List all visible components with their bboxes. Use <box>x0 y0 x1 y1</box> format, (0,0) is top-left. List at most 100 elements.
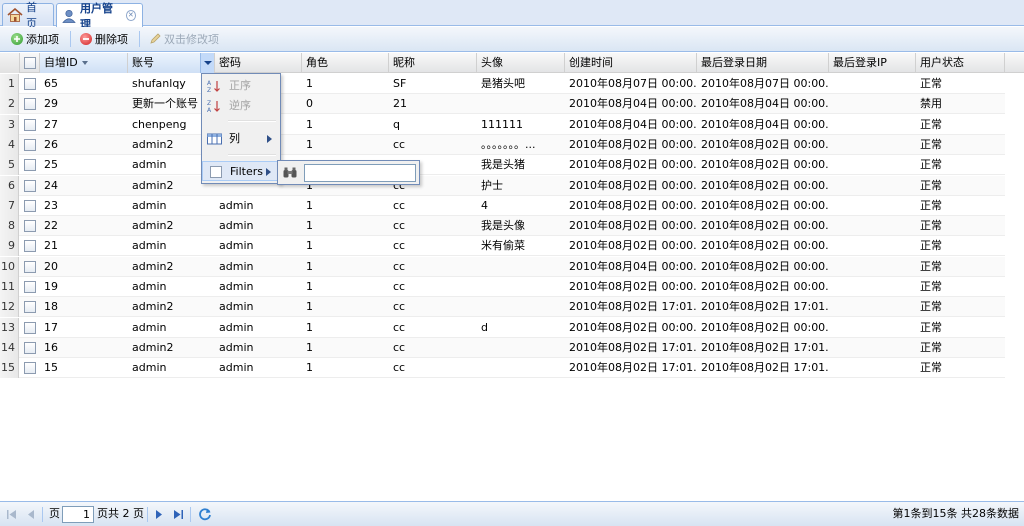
cell-created: 2010年08月02日 00:00... <box>569 239 697 253</box>
cell-last-ip <box>829 94 916 114</box>
table-row[interactable]: 6 24 admin2 1 cc 护士 2010年08月02日 00:00... 2010年0… <box>0 175 1005 196</box>
cell-avatar <box>477 94 565 114</box>
column-menu-trigger[interactable] <box>200 53 214 73</box>
cell-role: 1 <box>306 137 313 151</box>
row-checkbox[interactable] <box>24 159 36 172</box>
menu-separator <box>228 120 276 122</box>
cell-last-ip <box>829 176 916 196</box>
select-all-checkbox[interactable] <box>24 57 36 69</box>
cell-created: 2010年08月04日 00:00... <box>569 117 697 131</box>
table-row[interactable]: 11 19 admin admin 1 cc 2010年08月02日 00:00... 201… <box>0 277 1005 297</box>
cell-password: admin <box>219 259 254 273</box>
header-id[interactable]: 自增ID <box>40 53 128 73</box>
row-checkbox[interactable] <box>24 301 36 314</box>
row-checkbox[interactable] <box>24 321 36 334</box>
table-row[interactable]: 10 20 admin2 admin 1 cc 2010年08月04日 00:00... 20… <box>0 256 1005 277</box>
cell-role: 1 <box>306 198 313 212</box>
header-last-login[interactable]: 最后登录日期 <box>697 53 829 73</box>
row-number: 13 <box>0 317 19 338</box>
table-row[interactable]: 1 65 shufanlqy 1 SF 是猪头吧 2010年08月07日 00:00... 2… <box>0 74 1005 94</box>
cell-last-login: 2010年08月07日 00:00... <box>701 77 829 90</box>
row-checkbox[interactable] <box>24 138 36 151</box>
row-checkbox[interactable] <box>24 341 36 354</box>
cell-account: admin <box>132 320 167 334</box>
cell-status: 正常 <box>920 239 942 253</box>
row-checkbox[interactable] <box>24 98 36 111</box>
menu-sort-asc[interactable]: AZ 正序 <box>202 76 280 96</box>
prev-page-icon[interactable] <box>25 509 37 520</box>
last-page-icon[interactable] <box>172 509 184 520</box>
cell-password: admin <box>219 300 254 314</box>
cell-avatar <box>477 257 565 277</box>
header-last-ip[interactable]: 最后登录IP <box>829 53 916 73</box>
row-checkbox[interactable] <box>24 199 36 212</box>
filters-checkbox[interactable] <box>210 166 222 178</box>
table-row[interactable]: 7 23 admin admin 1 cc 4 2010年08月02日 00:00... 201… <box>0 195 1005 216</box>
table-row[interactable]: 9 21 admin admin 1 cc 米有偷菜 2010年08月02日 00:00...… <box>0 236 1005 257</box>
row-checkbox[interactable] <box>24 118 36 131</box>
row-checkbox[interactable] <box>24 240 36 253</box>
edit-button[interactable]: 双击修改项 <box>146 29 222 49</box>
table-row[interactable]: 13 17 admin admin 1 cc d 2010年08月02日 00:00... 20… <box>0 317 1005 338</box>
cell-role: 1 <box>306 361 313 375</box>
cell-nickname: SF <box>393 77 407 90</box>
row-checkbox[interactable] <box>24 220 36 233</box>
menu-columns[interactable]: 列 <box>202 129 280 149</box>
table-row[interactable]: 2 29 更新一个账号 0 21 2010年08月04日 00:00... 2010年08月… <box>0 94 1005 115</box>
delete-button[interactable]: 删除项 <box>77 29 131 49</box>
add-icon <box>11 33 23 45</box>
cell-nickname: cc <box>393 280 406 293</box>
header-password[interactable]: 密码 <box>215 53 302 73</box>
cell-status: 正常 <box>920 300 942 314</box>
grid-toolbar: 添加项 删除项 双击修改项 <box>0 27 1024 52</box>
page-number-input[interactable] <box>62 506 94 523</box>
cell-password: admin <box>219 239 254 253</box>
cell-last-login: 2010年08月02日 00:00... <box>701 259 829 273</box>
row-checkbox[interactable] <box>24 78 36 90</box>
header-status[interactable]: 用户状态 <box>916 53 1005 73</box>
header-role[interactable]: 角色 <box>302 53 389 73</box>
cell-nickname: cc <box>393 361 406 375</box>
table-row[interactable]: 12 18 admin2 admin 1 cc 2010年08月02日 17:01... 20… <box>0 297 1005 318</box>
cell-account: admin2 <box>132 340 174 354</box>
cell-created: 2010年08月04日 00:00... <box>569 259 697 273</box>
header-avatar[interactable]: 头像 <box>477 53 565 73</box>
paging-info: 第1条到15条 共28条数据 <box>892 507 1020 520</box>
pencil-icon <box>149 33 161 45</box>
tab-home[interactable]: 首页 <box>2 1 54 30</box>
next-page-icon[interactable] <box>153 509 165 520</box>
submenu-arrow-icon <box>266 168 271 176</box>
header-created[interactable]: 创建时间 <box>565 53 697 73</box>
close-icon[interactable]: ✕ <box>125 10 136 21</box>
cell-last-login: 2010年08月02日 00:00... <box>701 158 829 172</box>
row-checkbox[interactable] <box>24 281 36 293</box>
header-account[interactable]: 账号 <box>128 53 215 73</box>
cell-last-login: 2010年08月04日 00:00... <box>701 97 829 111</box>
first-page-icon[interactable] <box>6 509 18 520</box>
cell-avatar <box>477 277 565 297</box>
table-row[interactable]: 15 15 admin admin 1 cc 2010年08月02日 17:01... 201… <box>0 358 1005 379</box>
menu-filters[interactable]: Filters <box>202 161 280 181</box>
row-checkbox[interactable] <box>24 179 36 192</box>
toolbar-divider <box>139 31 140 47</box>
table-row[interactable]: 525admin1cc我是头猪2010年08月02日 00:00...2010年… <box>0 155 1005 176</box>
cell-id: 29 <box>44 97 58 111</box>
table-row[interactable]: 3 27 chenpeng 1 q 111111 2010年08月04日 00:00... 2… <box>0 114 1005 135</box>
tab-user-management[interactable]: 用户管理 ✕ <box>56 2 143 31</box>
refresh-icon[interactable] <box>198 507 212 521</box>
cell-last-ip <box>829 155 916 175</box>
table-row[interactable]: 14 16 admin2 admin 1 cc 2010年08月02日 17:01... 20… <box>0 337 1005 358</box>
table-row[interactable]: 4 26 admin2 1 cc。。。。。。。... 2010年08月02日 00:00.… <box>0 134 1005 155</box>
row-checkbox[interactable] <box>24 362 36 375</box>
cell-id: 26 <box>44 137 58 151</box>
filter-input[interactable] <box>304 164 416 182</box>
page-label: 页 <box>49 507 60 520</box>
menu-sort-desc[interactable]: ZA 逆序 <box>202 96 280 116</box>
cell-nickname: cc <box>393 219 406 233</box>
cell-avatar <box>477 338 565 358</box>
row-checkbox[interactable] <box>24 260 36 273</box>
add-button[interactable]: 添加项 <box>8 29 62 49</box>
table-row[interactable]: 8 22 admin2 admin 1 cc 我是头像 2010年08月02日 00:00..… <box>0 216 1005 237</box>
cell-last-login: 2010年08月02日 17:01... <box>701 361 829 375</box>
header-nickname[interactable]: 昵称 <box>389 53 477 73</box>
